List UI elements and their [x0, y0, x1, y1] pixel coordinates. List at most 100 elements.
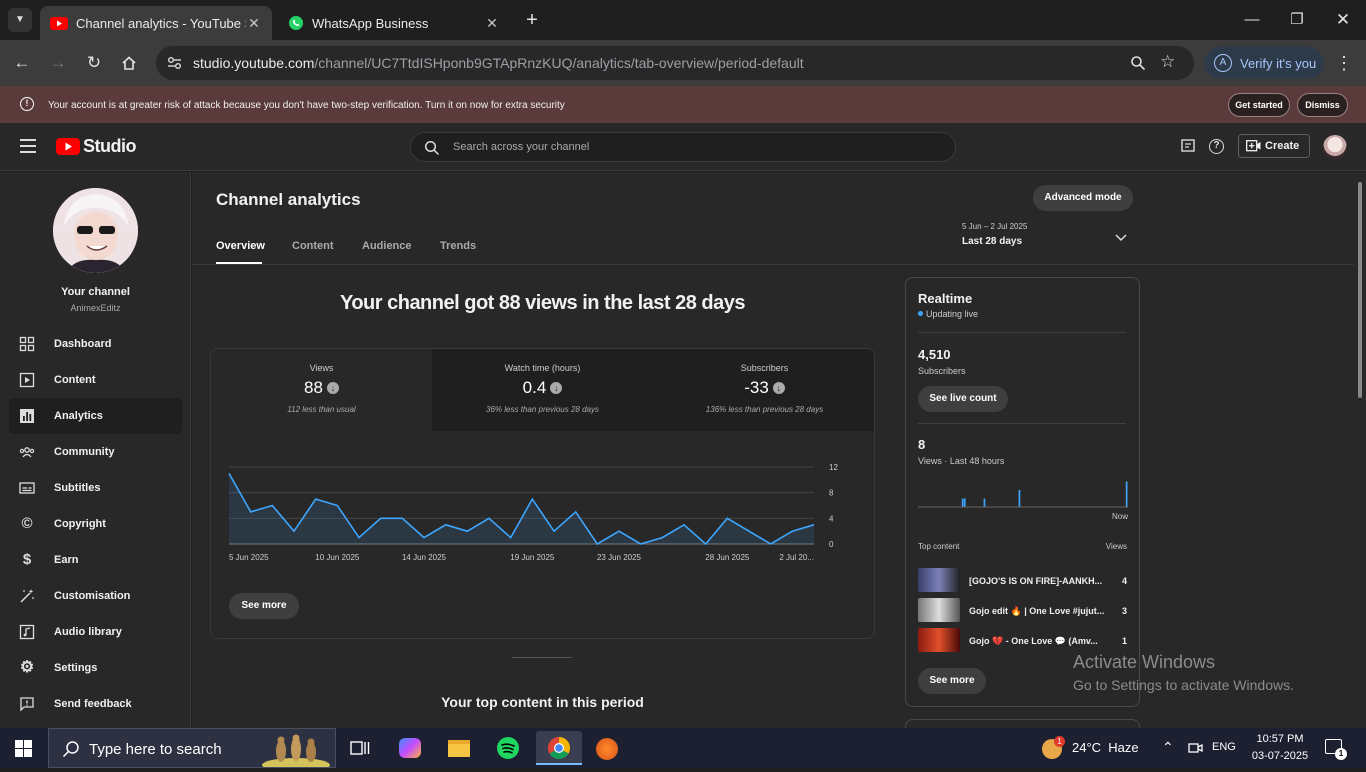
- file-explorer-icon[interactable]: [444, 734, 474, 762]
- close-tab-icon[interactable]: ✕: [246, 15, 262, 32]
- verify-account-button[interactable]: A Verify it's you: [1204, 47, 1324, 79]
- channel-search-input[interactable]: Search across your channel: [410, 132, 956, 162]
- sidebar-item-copyright[interactable]: © Copyright: [9, 506, 182, 542]
- chevron-up-icon[interactable]: ⌃: [1162, 739, 1174, 756]
- see-more-button[interactable]: See more: [229, 593, 299, 619]
- browser-toolbar: ← → ↻ studio.youtube.com/channel/UC7TtdI…: [0, 40, 1366, 86]
- account-avatar[interactable]: [1323, 135, 1347, 159]
- dismiss-button[interactable]: Dismiss: [1297, 93, 1348, 117]
- url-path: /channel/UC7TtdISHponb9GTApRnzKUQ/analyt…: [314, 55, 804, 71]
- x-tick-label: 14 Jun 2025: [402, 553, 447, 562]
- banner-message: Your account is at greater risk of attac…: [48, 100, 565, 111]
- clock-date[interactable]: 03-07-2025: [1248, 750, 1312, 762]
- realtime-bar[interactable]: [1018, 490, 1021, 507]
- realtime-bar[interactable]: [983, 498, 986, 508]
- help-icon[interactable]: ?: [1209, 139, 1224, 154]
- realtime-bar[interactable]: [963, 498, 966, 508]
- activate-windows-subtitle: Go to Settings to activate Windows.: [1073, 677, 1294, 693]
- page-scrollbar[interactable]: [1354, 172, 1366, 728]
- bookmark-star-icon[interactable]: ☆: [1160, 52, 1175, 72]
- sidebar-item-subtitles[interactable]: Subtitles: [9, 470, 182, 506]
- notes-icon[interactable]: [1181, 139, 1195, 154]
- create-button[interactable]: Create: [1238, 134, 1310, 158]
- spotify-icon[interactable]: [493, 734, 523, 762]
- clock-time[interactable]: 10:57 PM: [1248, 733, 1312, 745]
- realtime-bar[interactable]: [1125, 481, 1128, 508]
- meerkats-image: [261, 733, 331, 772]
- kpi-views[interactable]: Views 88 ↓ 112 less than usual: [211, 349, 432, 431]
- new-tab-plus-icon[interactable]: +: [520, 8, 544, 32]
- scrollbar-thumb[interactable]: [1358, 182, 1362, 398]
- taskbar-search-box[interactable]: Type here to search: [48, 728, 336, 772]
- forward-arrow-icon[interactable]: →: [46, 51, 70, 75]
- search-icon: [424, 140, 440, 156]
- analytics-icon: [20, 409, 34, 423]
- sidebar-item-analytics[interactable]: Analytics: [9, 398, 182, 434]
- tab-whatsapp[interactable]: WhatsApp Business ✕: [278, 6, 510, 40]
- advanced-mode-button[interactable]: Advanced mode: [1033, 185, 1133, 211]
- sidebar-item-customisation[interactable]: Customisation: [9, 578, 182, 614]
- sidebar-item-content[interactable]: Content: [9, 362, 182, 398]
- realtime-bar[interactable]: [961, 498, 964, 508]
- sidebar-item-send-feedback[interactable]: Send feedback: [9, 686, 182, 722]
- sidebar-item-dashboard[interactable]: Dashboard: [9, 326, 182, 362]
- video-title: Gojo edit 🔥 | One Love #jujut...: [969, 606, 1104, 616]
- tab-audience[interactable]: Audience: [362, 240, 412, 252]
- meet-now-icon[interactable]: [1188, 740, 1204, 756]
- studio-sidebar: Your channel AnimexEditz Dashboard Conte…: [0, 172, 191, 728]
- restore-icon[interactable]: ❐: [1285, 8, 1309, 32]
- kpi-watch-time[interactable]: Watch time (hours) 0.4 ↓ 36% less than pr…: [432, 349, 653, 431]
- kpi-value: 0.4 ↓: [432, 378, 653, 398]
- tab-content[interactable]: Content: [292, 240, 334, 252]
- period-selector[interactable]: 5 Jun – 2 Jul 2025 Last 28 days: [962, 222, 1132, 256]
- whatsapp-favicon-icon: [289, 16, 303, 30]
- studio-header: Studio Search across your channel ? Crea…: [0, 123, 1366, 171]
- see-live-count-button[interactable]: See live count: [918, 386, 1008, 412]
- copilot-icon[interactable]: [395, 734, 425, 762]
- minimize-icon[interactable]: —: [1240, 8, 1264, 32]
- tab-trends[interactable]: Trends: [440, 240, 476, 252]
- browser-menu-icon[interactable]: ⋮: [1332, 51, 1356, 75]
- windows-start-icon[interactable]: [15, 740, 32, 757]
- kpi-value-text: 0.4: [522, 378, 547, 397]
- weather-widget[interactable]: 1 24°C Haze: [1040, 728, 1146, 768]
- tab-search-button[interactable]: ▼: [8, 8, 32, 32]
- sidebar-item-label: Community: [54, 446, 115, 458]
- channel-avatar[interactable]: [53, 188, 138, 273]
- language-indicator[interactable]: ENG: [1212, 741, 1236, 753]
- site-settings-icon[interactable]: [167, 56, 182, 70]
- realtime-see-more-button[interactable]: See more: [918, 668, 986, 694]
- kpi-subscribers[interactable]: Subscribers -33 ↓ 136% less than previous…: [653, 349, 874, 431]
- fl-studio-icon[interactable]: [592, 734, 622, 762]
- sidebar-item-audio-library[interactable]: Audio library: [9, 614, 182, 650]
- sidebar-item-earn[interactable]: $ Earn: [9, 542, 182, 578]
- reload-icon[interactable]: ↻: [82, 51, 106, 75]
- sidebar-item-community[interactable]: Community: [9, 434, 182, 470]
- home-icon[interactable]: [117, 51, 141, 75]
- hamburger-menu-icon[interactable]: [20, 139, 36, 153]
- tab-youtube-studio[interactable]: Channel analytics - YouTube Studio ✕: [40, 6, 272, 40]
- close-window-icon[interactable]: ✕: [1331, 8, 1355, 32]
- youtube-logo-icon: [56, 138, 80, 155]
- back-arrow-icon[interactable]: ←: [10, 51, 34, 75]
- verify-label: Verify it's you: [1240, 55, 1317, 71]
- close-tab-icon[interactable]: ✕: [484, 15, 500, 32]
- studio-logo[interactable]: Studio: [56, 136, 137, 157]
- get-started-button[interactable]: Get started: [1228, 93, 1290, 117]
- sidebar-item-settings[interactable]: ⚙ Settings: [9, 650, 182, 686]
- kpi-comparison: 136% less than previous 28 days: [705, 405, 824, 414]
- channel-name: AnimexEditz: [70, 303, 121, 313]
- views-headline: Your channel got 88 views in the last 28…: [339, 292, 746, 314]
- url-text: studio.youtube.com/channel/UC7TtdISHponb…: [193, 55, 804, 71]
- task-view-icon[interactable]: [350, 739, 370, 757]
- chrome-icon[interactable]: [536, 731, 582, 765]
- sidebar-item-label: Analytics: [54, 410, 103, 422]
- studio-logo-text: Studio: [83, 136, 137, 156]
- audio-library-icon: [19, 624, 35, 640]
- chevron-down-icon: [1115, 234, 1127, 242]
- address-bar[interactable]: studio.youtube.com/channel/UC7TtdISHponb…: [156, 46, 1194, 80]
- tab-overview[interactable]: Overview: [216, 240, 265, 252]
- url-host: studio.youtube.com: [193, 55, 315, 71]
- zoom-search-icon[interactable]: [1130, 55, 1146, 71]
- sidebar-item-label: Earn: [54, 554, 79, 566]
